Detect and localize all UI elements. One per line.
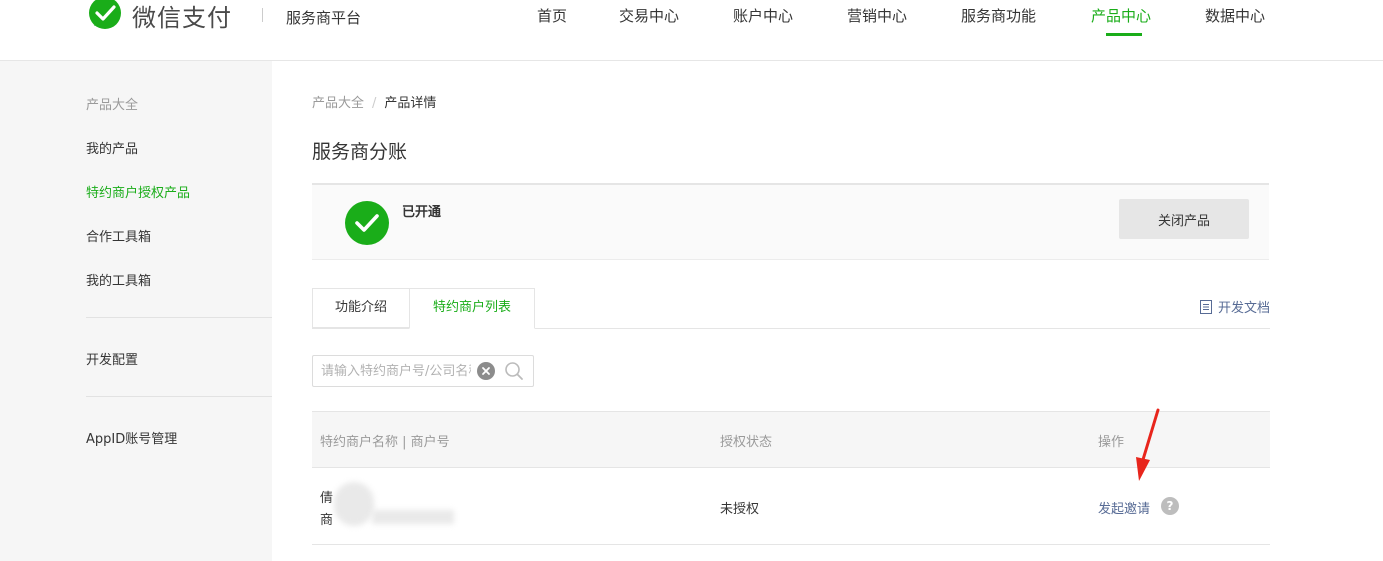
nav-home[interactable]: 首页 bbox=[537, 5, 567, 26]
document-icon bbox=[1199, 299, 1212, 314]
send-invite-link[interactable]: 发起邀请 bbox=[1098, 498, 1150, 517]
top-navbar: 微信支付 服务商平台 首页 交易中心 账户中心 营销中心 服务商功能 产品中心 … bbox=[0, 0, 1383, 61]
wechat-pay-logo-icon bbox=[89, 0, 121, 29]
product-status-panel: 已开通 关闭产品 bbox=[312, 183, 1269, 260]
nav-account-center[interactable]: 账户中心 bbox=[733, 5, 793, 26]
nav-data-center[interactable]: 数据中心 bbox=[1205, 5, 1265, 26]
logo-divider bbox=[262, 8, 263, 22]
logo-text: 微信支付 bbox=[132, 3, 232, 32]
breadcrumb-separator: / bbox=[372, 96, 377, 111]
sidebar-item-dev-config[interactable]: 开发配置 bbox=[86, 349, 138, 368]
sidebar-item-my-toolbox[interactable]: 我的工具箱 bbox=[86, 270, 151, 289]
nav-trade-center[interactable]: 交易中心 bbox=[619, 5, 679, 26]
search-icon[interactable] bbox=[504, 361, 524, 381]
merchant-name: 倩 bbox=[320, 491, 334, 506]
sidebar: 产品大全 我的产品 特约商户授权产品 合作工具箱 我的工具箱 开发配置 AppI… bbox=[0, 61, 272, 561]
tab-sub-merchant-list[interactable]: 特约商户列表 bbox=[409, 288, 535, 329]
tab-intro[interactable]: 功能介绍 bbox=[312, 288, 409, 328]
platform-title: 服务商平台 bbox=[286, 9, 362, 27]
column-header-status: 授权状态 bbox=[720, 435, 773, 450]
clear-icon[interactable] bbox=[477, 362, 495, 380]
help-icon[interactable]: ? bbox=[1161, 497, 1179, 515]
wechat-pay-logo[interactable]: 微信支付 bbox=[86, 0, 232, 34]
redaction-blur bbox=[372, 510, 454, 524]
redaction-blur bbox=[334, 482, 374, 526]
sidebar-item-my-products[interactable]: 我的产品 bbox=[86, 138, 138, 157]
red-arrow-annotation bbox=[1136, 408, 1160, 481]
tab-bar: 功能介绍 特约商户列表 开发文档 bbox=[312, 288, 1270, 329]
sidebar-item-appid-management[interactable]: AppID账号管理 bbox=[86, 428, 177, 447]
nav-service-functions[interactable]: 服务商功能 bbox=[961, 5, 1036, 26]
close-product-button[interactable]: 关闭产品 bbox=[1119, 199, 1249, 239]
sidebar-divider bbox=[86, 396, 272, 397]
breadcrumb-parent[interactable]: 产品大全 bbox=[312, 96, 364, 111]
breadcrumb: 产品大全 / 产品详情 bbox=[312, 92, 436, 111]
dev-docs-link[interactable]: 开发文档 bbox=[1199, 297, 1270, 316]
nav-active-underline bbox=[1106, 33, 1142, 36]
column-header-action: 操作 bbox=[1098, 435, 1125, 450]
sidebar-item-sub-merchant-products[interactable]: 特约商户授权产品 bbox=[86, 182, 190, 201]
merchant-id: 商 bbox=[320, 513, 334, 528]
checkmark-icon bbox=[345, 201, 389, 245]
column-header-name: 特约商户名称 | 商户号 bbox=[320, 435, 450, 450]
sidebar-item-all-products[interactable]: 产品大全 bbox=[86, 94, 138, 113]
page-title: 服务商分账 bbox=[312, 141, 408, 163]
dev-docs-label: 开发文档 bbox=[1217, 301, 1270, 316]
nav-product-center[interactable]: 产品中心 bbox=[1091, 5, 1151, 26]
sidebar-divider bbox=[86, 317, 272, 318]
breadcrumb-current: 产品详情 bbox=[384, 96, 437, 111]
status-text: 已开通 bbox=[402, 205, 442, 220]
search-box bbox=[312, 355, 534, 387]
sidebar-item-cooperation-toolbox[interactable]: 合作工具箱 bbox=[86, 226, 151, 245]
search-input[interactable] bbox=[321, 356, 471, 386]
auth-status: 未授权 bbox=[720, 502, 760, 517]
nav-marketing-center[interactable]: 营销中心 bbox=[847, 5, 907, 26]
